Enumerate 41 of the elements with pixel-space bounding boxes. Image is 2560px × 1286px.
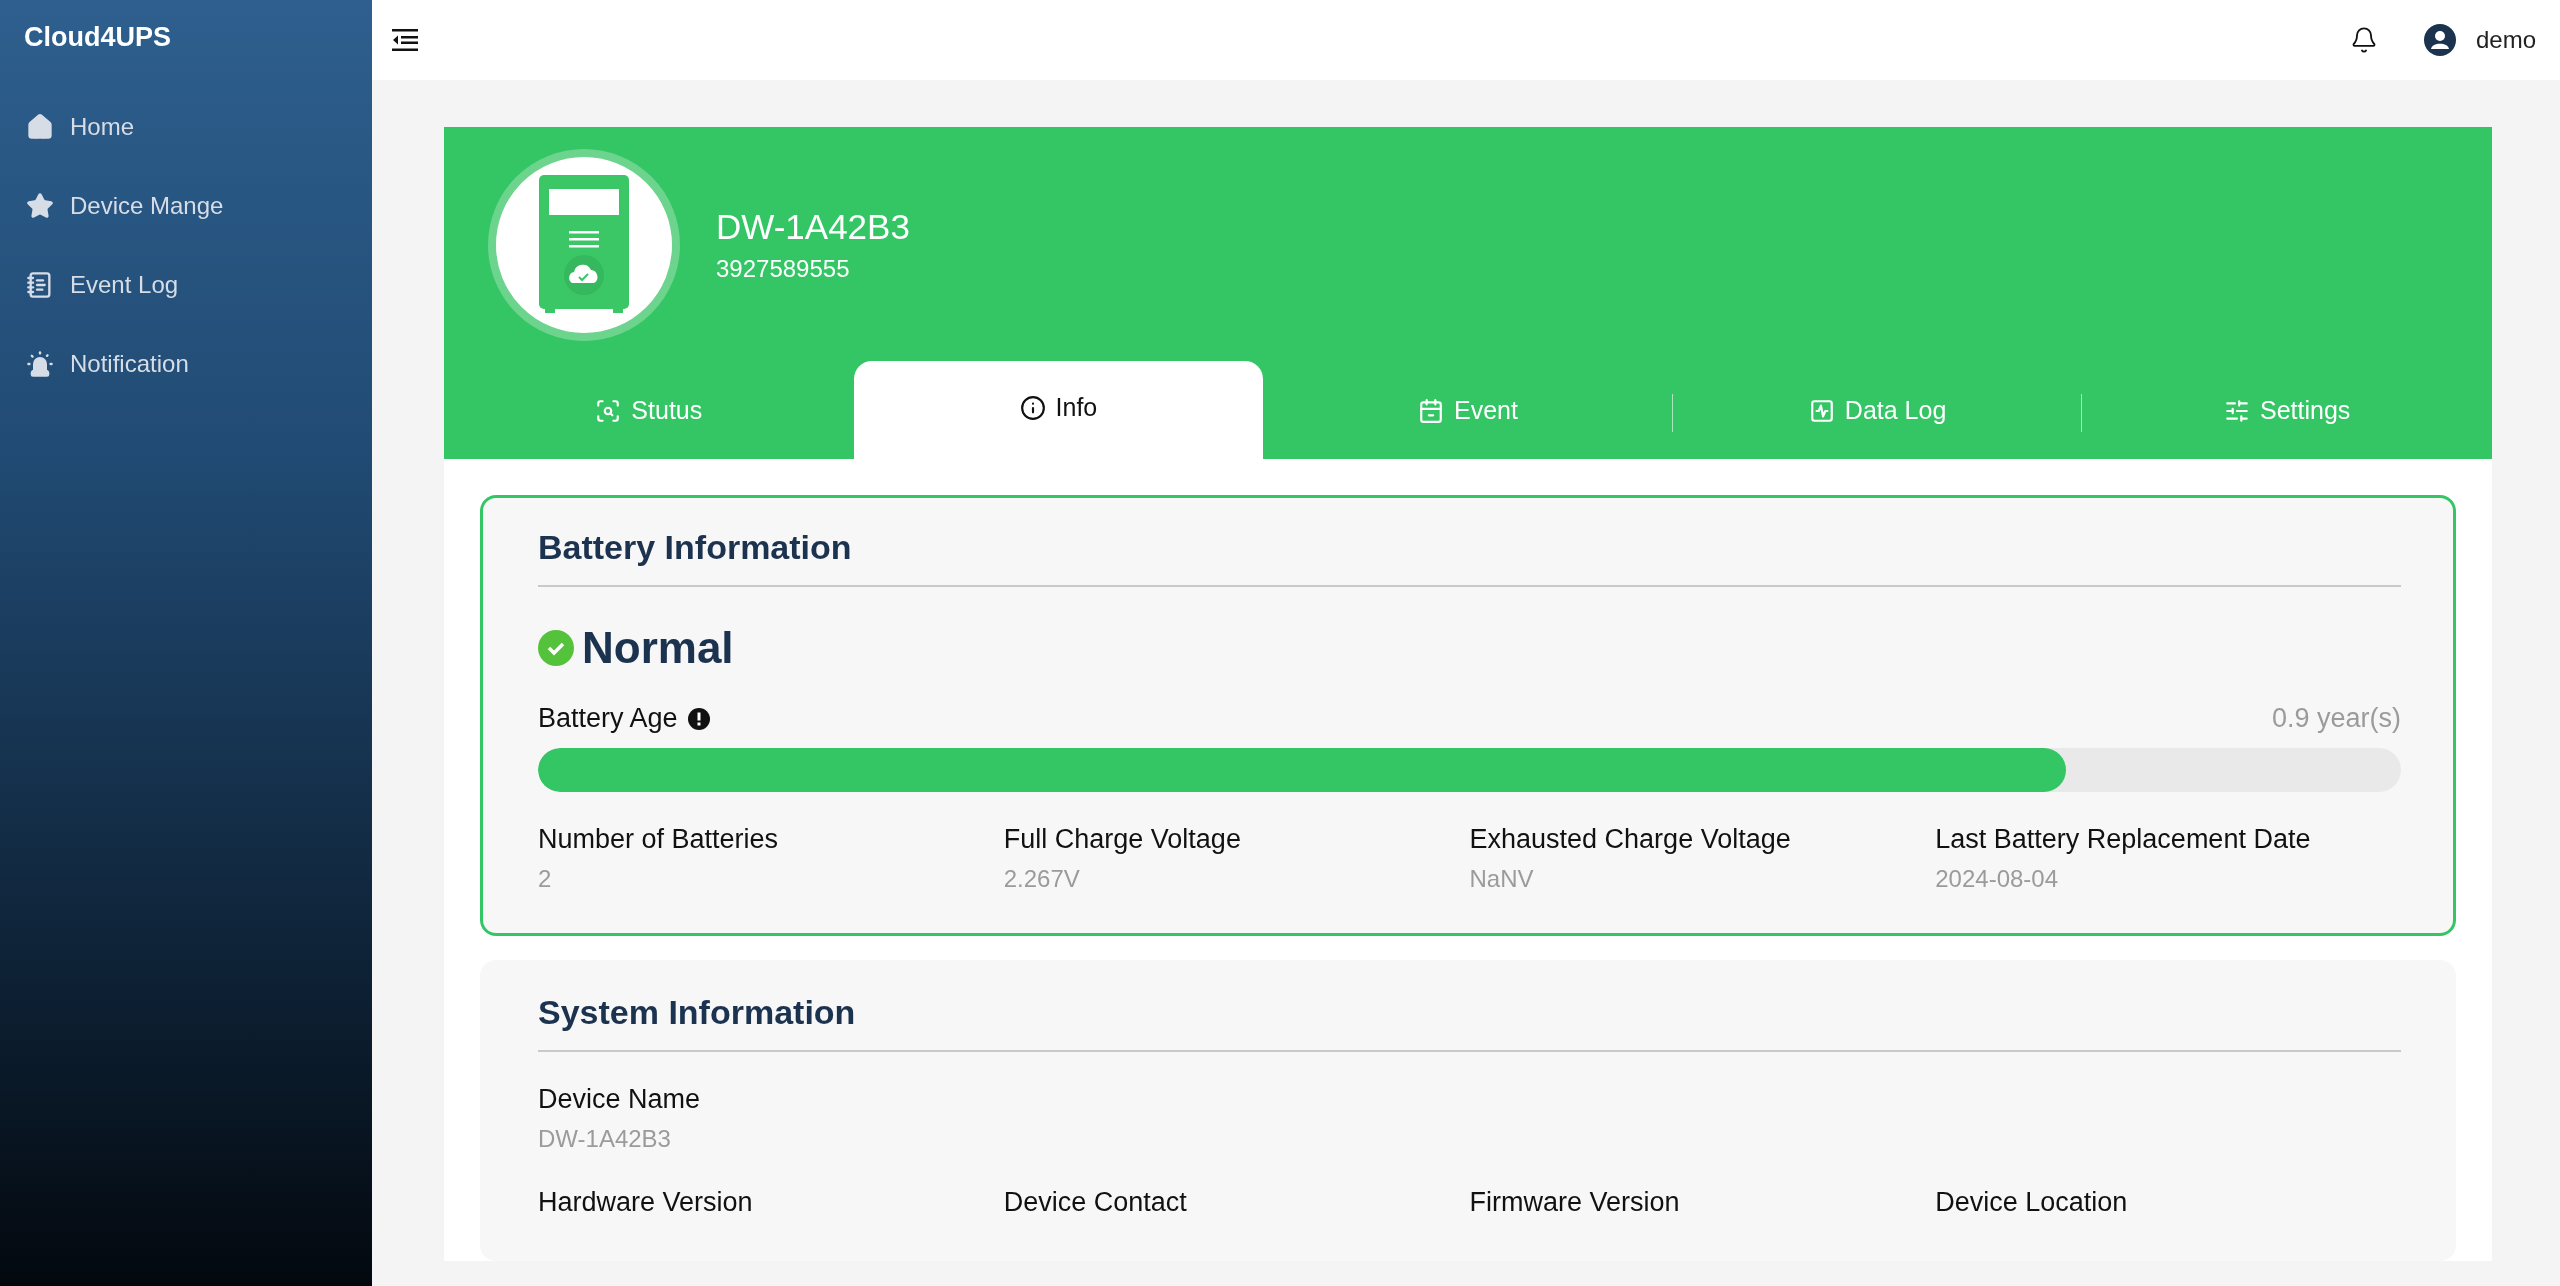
- sidebar-item[interactable]: Home: [0, 87, 372, 166]
- section-title: System Information: [538, 993, 2401, 1052]
- chart-icon: [1808, 397, 1835, 424]
- user-name[interactable]: demo: [2475, 26, 2536, 54]
- field-label: Hardware Version: [538, 1187, 754, 1218]
- field-value: NaNV: [1469, 865, 1535, 893]
- device-name: DW-1A42B3: [716, 207, 910, 247]
- field-label: Full Charge Voltage: [1003, 824, 1242, 855]
- field-value: 2.267V: [1003, 865, 1081, 893]
- document-search-icon: [595, 397, 622, 424]
- section-title: Battery Information: [538, 528, 2401, 587]
- field-label: Device Location: [1935, 1187, 2129, 1218]
- field-label: Device Contact: [1003, 1187, 1188, 1218]
- field-label: Battery Age: [538, 703, 678, 734]
- brand-logo: Cloud4UPS: [23, 22, 172, 53]
- field-value: 2: [538, 865, 553, 893]
- info-icon: [1019, 394, 1046, 421]
- tab[interactable]: Info: [853, 361, 1264, 459]
- home-icon: [26, 112, 54, 141]
- check-circle-icon: [538, 630, 574, 666]
- user-avatar-icon[interactable]: [2423, 24, 2456, 56]
- field-label: Last Battery Replacement Date: [1935, 824, 2312, 855]
- notepad-icon: [26, 270, 54, 299]
- alarm-icon: [26, 349, 54, 378]
- field-value: 2024-08-04: [1935, 865, 2059, 893]
- sidebar-item[interactable]: Device Mange: [0, 166, 372, 245]
- menu-collapse-icon[interactable]: [392, 29, 418, 51]
- field-label: Firmware Version: [1469, 1187, 1681, 1218]
- field-label: Number of Batteries: [538, 824, 780, 855]
- battery-age-value: 0.9 year(s): [2271, 703, 2401, 734]
- field-value: DW-1A42B3: [538, 1125, 672, 1153]
- sidebar-item[interactable]: Event Log: [0, 245, 372, 324]
- sidebar-item[interactable]: Notification: [0, 324, 372, 403]
- field-label: Device Name: [538, 1084, 702, 1115]
- star-icon: [26, 191, 54, 220]
- device-serial: 3927589555: [716, 255, 851, 283]
- field-label: Exhausted Charge Voltage: [1469, 824, 1792, 855]
- calendar-icon: [1418, 397, 1444, 424]
- battery-status: Normal: [582, 623, 734, 673]
- exclamation-icon[interactable]: [687, 707, 710, 730]
- sliders-icon: [2224, 397, 2250, 424]
